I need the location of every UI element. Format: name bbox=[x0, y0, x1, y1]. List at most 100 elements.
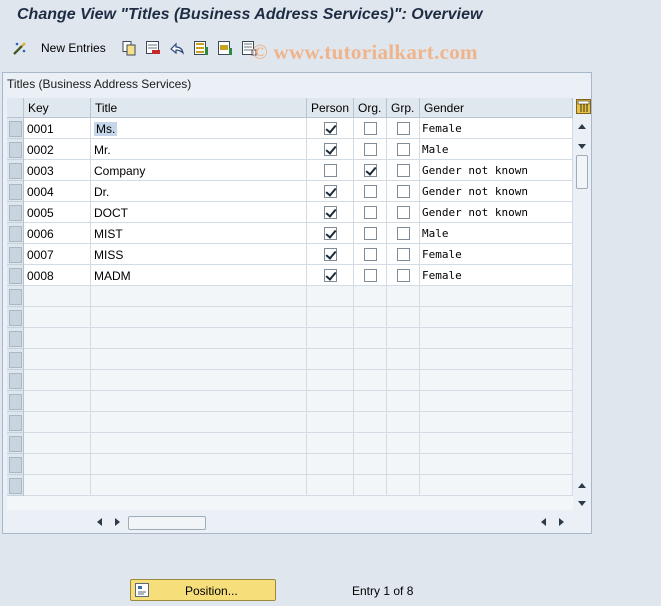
column-header-org[interactable]: Org. bbox=[354, 98, 387, 118]
person-checkbox[interactable] bbox=[324, 248, 337, 261]
person-checkbox[interactable] bbox=[324, 185, 337, 198]
edit-toggle-button[interactable] bbox=[12, 39, 28, 57]
row-selector[interactable] bbox=[7, 433, 24, 454]
title-input[interactable]: Dr. bbox=[94, 185, 109, 199]
title-input[interactable]: DOCT bbox=[94, 206, 128, 220]
undo-button[interactable] bbox=[169, 39, 185, 57]
gender-cell[interactable]: Male bbox=[420, 223, 573, 244]
select-block-button[interactable] bbox=[217, 39, 233, 57]
gender-cell[interactable]: Female bbox=[420, 118, 573, 139]
copy-button[interactable] bbox=[121, 39, 137, 57]
title-cell[interactable]: MADM bbox=[91, 265, 307, 286]
grp-checkbox[interactable] bbox=[397, 248, 410, 261]
gender-cell[interactable]: Female bbox=[420, 244, 573, 265]
new-entries-button[interactable]: New Entries bbox=[41, 39, 106, 57]
row-selector[interactable] bbox=[7, 307, 24, 328]
horizontal-scrollbar[interactable] bbox=[93, 513, 573, 530]
scroll-page-up-icon[interactable] bbox=[578, 483, 586, 488]
row-selector[interactable] bbox=[7, 265, 24, 286]
title-input[interactable]: Ms. bbox=[94, 122, 118, 136]
scroll-down-icon[interactable] bbox=[578, 144, 586, 149]
gender-select[interactable]: Male bbox=[422, 227, 449, 240]
select-all-rows-header[interactable] bbox=[7, 98, 24, 118]
org-checkbox[interactable] bbox=[364, 143, 377, 156]
title-cell[interactable]: Ms. bbox=[91, 118, 307, 139]
person-checkbox[interactable] bbox=[324, 206, 337, 219]
gender-select[interactable]: Gender not known bbox=[422, 185, 528, 198]
delete-button[interactable] bbox=[145, 39, 161, 57]
person-checkbox[interactable] bbox=[324, 122, 337, 135]
row-selector[interactable] bbox=[7, 223, 24, 244]
scroll-up-icon[interactable] bbox=[578, 124, 586, 129]
title-cell[interactable]: Dr. bbox=[91, 181, 307, 202]
row-selector[interactable] bbox=[7, 286, 24, 307]
title-cell[interactable]: Mr. bbox=[91, 139, 307, 160]
row-selector[interactable] bbox=[7, 475, 24, 496]
gender-cell[interactable]: Female bbox=[420, 265, 573, 286]
scroll-page-down-icon[interactable] bbox=[578, 501, 586, 506]
grp-checkbox[interactable] bbox=[397, 143, 410, 156]
gender-select[interactable]: Gender not known bbox=[422, 164, 528, 177]
scroll-left-icon[interactable] bbox=[97, 518, 102, 526]
grp-checkbox[interactable] bbox=[397, 122, 410, 135]
row-selector[interactable] bbox=[7, 328, 24, 349]
column-header-person[interactable]: Person bbox=[307, 98, 354, 118]
column-header-gender[interactable]: Gender bbox=[420, 98, 573, 118]
org-checkbox[interactable] bbox=[364, 185, 377, 198]
gender-select[interactable]: Gender not known bbox=[422, 206, 528, 219]
title-input[interactable]: Mr. bbox=[94, 143, 111, 157]
org-checkbox[interactable] bbox=[364, 248, 377, 261]
title-input[interactable]: MISS bbox=[94, 248, 123, 262]
gender-cell[interactable]: Male bbox=[420, 139, 573, 160]
title-input[interactable]: MIST bbox=[94, 227, 123, 241]
person-checkbox[interactable] bbox=[324, 227, 337, 240]
scroll-far-right-icon[interactable] bbox=[559, 518, 564, 526]
title-input[interactable]: Company bbox=[94, 164, 145, 178]
column-header-title[interactable]: Title bbox=[91, 98, 307, 118]
horizontal-scroll-thumb[interactable] bbox=[128, 516, 206, 530]
select-all-button[interactable] bbox=[193, 39, 209, 57]
org-checkbox[interactable] bbox=[364, 164, 377, 177]
grp-checkbox[interactable] bbox=[397, 164, 410, 177]
grp-checkbox[interactable] bbox=[397, 269, 410, 282]
org-checkbox[interactable] bbox=[364, 269, 377, 282]
row-selector[interactable] bbox=[7, 202, 24, 223]
vertical-scrollbar[interactable] bbox=[574, 98, 591, 510]
title-cell[interactable]: DOCT bbox=[91, 202, 307, 223]
grp-checkbox[interactable] bbox=[397, 227, 410, 240]
column-header-grp[interactable]: Grp. bbox=[387, 98, 420, 118]
gender-select[interactable]: Female bbox=[422, 269, 462, 282]
gender-select[interactable]: Female bbox=[422, 248, 462, 261]
gender-cell[interactable]: Gender not known bbox=[420, 160, 573, 181]
scroll-far-left-icon[interactable] bbox=[541, 518, 546, 526]
org-checkbox[interactable] bbox=[364, 227, 377, 240]
row-selector[interactable] bbox=[7, 160, 24, 181]
person-checkbox[interactable] bbox=[324, 143, 337, 156]
gender-select[interactable]: Female bbox=[422, 122, 462, 135]
position-button[interactable]: Position... bbox=[130, 579, 276, 601]
title-cell[interactable]: MISS bbox=[91, 244, 307, 265]
title-cell[interactable]: Company bbox=[91, 160, 307, 181]
scroll-right-icon[interactable] bbox=[115, 518, 120, 526]
person-checkbox[interactable] bbox=[324, 164, 337, 177]
grp-checkbox[interactable] bbox=[397, 185, 410, 198]
row-selector[interactable] bbox=[7, 412, 24, 433]
row-selector[interactable] bbox=[7, 370, 24, 391]
row-selector[interactable] bbox=[7, 391, 24, 412]
row-selector[interactable] bbox=[7, 454, 24, 475]
column-header-key[interactable]: Key bbox=[24, 98, 91, 118]
grp-checkbox[interactable] bbox=[397, 206, 410, 219]
org-checkbox[interactable] bbox=[364, 206, 377, 219]
org-checkbox[interactable] bbox=[364, 122, 377, 135]
row-selector[interactable] bbox=[7, 139, 24, 160]
vertical-scroll-thumb[interactable] bbox=[576, 155, 588, 189]
row-selector[interactable] bbox=[7, 181, 24, 202]
gender-cell[interactable]: Gender not known bbox=[420, 202, 573, 223]
row-selector[interactable] bbox=[7, 118, 24, 139]
gender-select[interactable]: Male bbox=[422, 143, 449, 156]
title-cell[interactable]: MIST bbox=[91, 223, 307, 244]
gender-cell[interactable]: Gender not known bbox=[420, 181, 573, 202]
row-selector[interactable] bbox=[7, 349, 24, 370]
title-input[interactable]: MADM bbox=[94, 269, 131, 283]
person-checkbox[interactable] bbox=[324, 269, 337, 282]
